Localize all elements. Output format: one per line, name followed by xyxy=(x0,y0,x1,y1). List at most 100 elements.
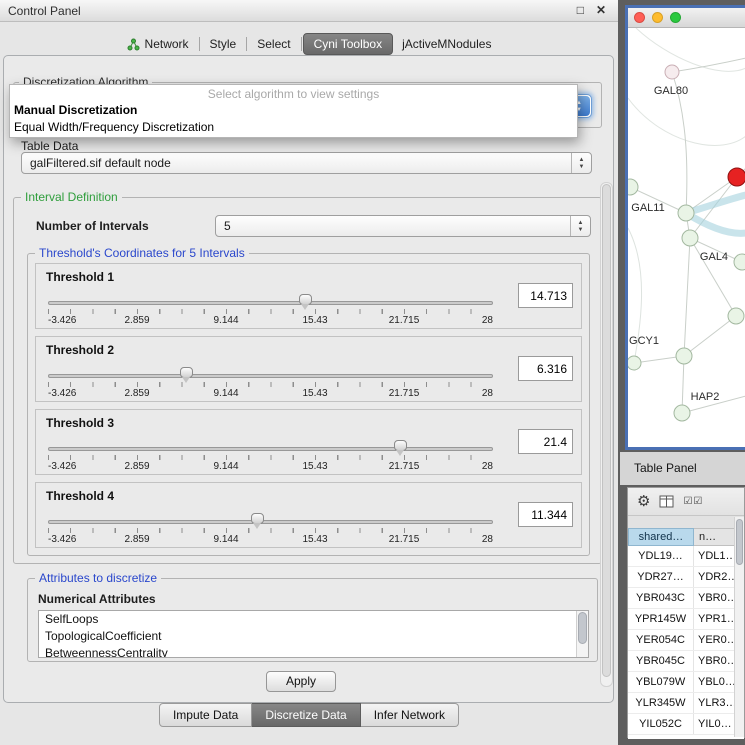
table-row[interactable]: YBR045C YBR0… xyxy=(628,651,744,672)
table-cell[interactable]: YBR045C xyxy=(628,651,694,671)
slider-tick-labels: -3.426 2.859 9.144 15.43 21.715 28 xyxy=(48,534,493,546)
tab-select-label: Select xyxy=(257,37,290,51)
table-cell[interactable]: YBR043C xyxy=(628,588,694,608)
table-cell[interactable]: YER054C xyxy=(628,630,694,650)
slider-track[interactable] xyxy=(48,520,493,524)
network-node[interactable] xyxy=(665,65,679,79)
table-row[interactable]: YPR145W YPR1… xyxy=(628,609,744,630)
tick-label: 2.859 xyxy=(124,534,149,545)
dropdown-option-manual-discretization[interactable]: Manual Discretization xyxy=(10,102,577,119)
tick-label: 2.859 xyxy=(124,388,149,399)
threshold-4-value-field[interactable] xyxy=(518,502,573,527)
tab-jactivemnodules-label: jActiveMNodules xyxy=(402,37,491,51)
table-cell[interactable]: YBL079W xyxy=(628,672,694,692)
table-cell[interactable]: YPR145W xyxy=(628,609,694,629)
scrollbar-thumb[interactable] xyxy=(736,519,743,565)
scrollbar-thumb[interactable] xyxy=(578,612,587,644)
table-cell[interactable]: YLR345W xyxy=(628,693,694,713)
table-row[interactable]: YDR27… YDR2… xyxy=(628,567,744,588)
number-of-intervals-combobox[interactable]: 5 ▲ ▼ xyxy=(215,215,591,237)
table-data-combobox[interactable]: galFiltered.sif default node ▲ ▼ xyxy=(21,152,592,174)
table-row[interactable]: YIL052C YIL0… xyxy=(628,714,744,735)
tick-label: 15.43 xyxy=(302,534,327,545)
tick-label: 28 xyxy=(482,388,493,399)
node-label: GAL11 xyxy=(631,202,664,214)
minimize-traffic-light-icon[interactable] xyxy=(652,12,663,23)
threshold-3-slider[interactable]: -3.426 2.859 9.144 15.43 21.715 28 xyxy=(48,438,493,474)
table-data-label: Table Data xyxy=(21,139,78,153)
network-canvas[interactable]: GAL80 GAL11 GAL4 GCY1 HAP2 xyxy=(628,28,745,447)
control-panel-titlebar: Control Panel □ ✕ xyxy=(0,0,618,22)
network-node[interactable] xyxy=(628,179,638,195)
table-scrollbar[interactable] xyxy=(734,517,744,737)
tab-jactivemnodules[interactable]: jActiveMNodules xyxy=(393,33,500,55)
network-node[interactable] xyxy=(628,356,641,370)
network-node-selected[interactable] xyxy=(728,168,745,186)
tick-label: -3.426 xyxy=(48,534,76,545)
tab-network[interactable]: Network xyxy=(118,33,198,55)
network-node[interactable] xyxy=(682,230,698,246)
float-window-icon[interactable]: □ xyxy=(577,3,584,17)
threshold-2-label: Threshold 2 xyxy=(46,343,114,357)
close-traffic-light-icon[interactable] xyxy=(634,12,645,23)
table-row[interactable]: YBR043C YBR0… xyxy=(628,588,744,609)
tab-select[interactable]: Select xyxy=(248,33,299,55)
apply-button[interactable]: Apply xyxy=(266,671,336,692)
tab-style[interactable]: Style xyxy=(201,33,246,55)
network-node[interactable] xyxy=(728,308,744,324)
slider-tick-labels: -3.426 2.859 9.144 15.43 21.715 28 xyxy=(48,315,493,327)
select-all-checkboxes-icon[interactable]: ☑☑ xyxy=(683,496,703,507)
zoom-traffic-light-icon[interactable] xyxy=(670,12,681,23)
tick-label: 15.43 xyxy=(302,315,327,326)
slider-track[interactable] xyxy=(48,374,493,378)
table-row[interactable]: YLR345W YLR3… xyxy=(628,693,744,714)
list-item[interactable]: TopologicalCoefficient xyxy=(39,628,588,645)
threshold-1-slider[interactable]: -3.426 2.859 9.144 15.43 21.715 28 xyxy=(48,292,493,328)
columns-icon[interactable] xyxy=(659,495,674,508)
network-node[interactable] xyxy=(676,348,692,364)
threshold-3-value-field[interactable] xyxy=(518,429,573,454)
tab-discretize-data[interactable]: Discretize Data xyxy=(252,703,360,727)
slider-thumb[interactable] xyxy=(394,440,407,451)
threshold-row: Threshold 2 -3.426 2.859 9.144 15.43 21.… xyxy=(35,336,582,402)
control-panel-scrollbar[interactable] xyxy=(600,182,613,687)
network-node[interactable] xyxy=(674,405,690,421)
threshold-1-value-field[interactable] xyxy=(518,283,573,308)
table-row[interactable]: YDL19… YDL1… xyxy=(628,546,744,567)
close-icon[interactable]: ✕ xyxy=(596,3,606,17)
slider-track[interactable] xyxy=(48,447,493,451)
number-of-intervals-value: 5 xyxy=(224,219,231,233)
column-header-shared-name[interactable]: shared… xyxy=(628,528,694,546)
table-row[interactable]: YBL079W YBL0… xyxy=(628,672,744,693)
list-item[interactable]: SelfLoops xyxy=(39,611,588,628)
scrollbar-thumb[interactable] xyxy=(602,184,611,677)
tab-impute-data[interactable]: Impute Data xyxy=(159,703,252,727)
combobox-stepper-icon[interactable]: ▲ ▼ xyxy=(570,216,590,236)
slider-thumb[interactable] xyxy=(299,294,312,305)
table-cell[interactable]: YIL052C xyxy=(628,714,694,734)
dropdown-placeholder-option[interactable]: Select algorithm to view settings xyxy=(10,85,577,102)
network-node[interactable] xyxy=(678,205,694,221)
table-row[interactable]: YER054C YER0… xyxy=(628,630,744,651)
threshold-2-value-field[interactable] xyxy=(518,356,573,381)
network-node[interactable] xyxy=(734,254,745,270)
gear-icon[interactable]: ⚙ xyxy=(637,494,650,509)
table-cell[interactable]: YDR27… xyxy=(628,567,694,587)
tab-infer-network[interactable]: Infer Network xyxy=(361,703,459,727)
slider-track[interactable] xyxy=(48,301,493,305)
table-cell[interactable]: YDL19… xyxy=(628,546,694,566)
tick-label: 9.144 xyxy=(213,388,238,399)
node-label: GAL4 xyxy=(700,251,728,263)
tab-cyni-toolbox[interactable]: Cyni Toolbox xyxy=(303,33,393,55)
attributes-group-title: Attributes to discretize xyxy=(35,571,161,585)
threshold-4-slider[interactable]: -3.426 2.859 9.144 15.43 21.715 28 xyxy=(48,511,493,547)
slider-thumb[interactable] xyxy=(251,513,264,524)
combobox-stepper-icon[interactable]: ▲ ▼ xyxy=(571,153,591,173)
list-item[interactable]: BetweennessCentrality xyxy=(39,645,588,658)
tick-label: 21.715 xyxy=(389,461,420,472)
dropdown-option-equal-width-frequency[interactable]: Equal Width/Frequency Discretization xyxy=(10,119,577,136)
network-icon xyxy=(127,38,140,51)
slider-thumb[interactable] xyxy=(180,367,193,378)
list-scrollbar[interactable] xyxy=(576,611,588,657)
threshold-2-slider[interactable]: -3.426 2.859 9.144 15.43 21.715 28 xyxy=(48,365,493,401)
